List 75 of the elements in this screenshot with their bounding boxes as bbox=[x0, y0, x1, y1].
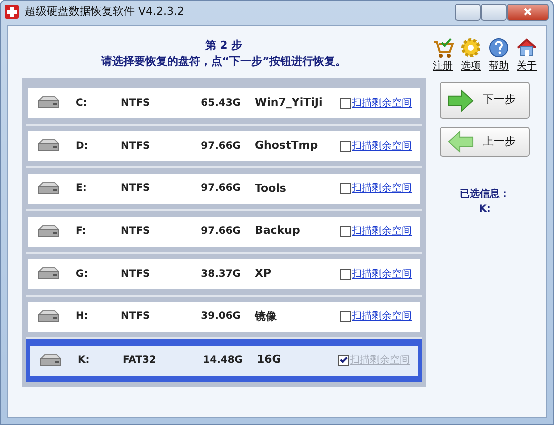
close-icon bbox=[524, 8, 532, 16]
drive-size: 38.37G bbox=[200, 268, 241, 282]
drive-size: 14.48G bbox=[202, 354, 243, 368]
drive-size: 97.66G bbox=[200, 140, 241, 154]
drive-row[interactable]: E: NTFS 97.66G Tools 扫描剩余空间 bbox=[28, 174, 420, 204]
step-title: 第 2 步 bbox=[205, 38, 243, 54]
drive-row[interactable]: D: NTFS 97.66G GhostTmp 扫描剩余空间 bbox=[28, 131, 420, 162]
file-system: FAT32 bbox=[123, 354, 158, 368]
drive-letter: E: bbox=[76, 182, 88, 196]
back-button[interactable]: 上一步 bbox=[440, 127, 530, 157]
volume-label: 16G bbox=[256, 352, 282, 368]
checkbox[interactable] bbox=[340, 311, 351, 322]
window-title: 超级硬盘数据恢复软件 V4.2.3.2 bbox=[25, 4, 185, 20]
scan-free-space-link[interactable]: 扫描剩余空间 bbox=[352, 309, 412, 324]
close-button[interactable] bbox=[507, 4, 549, 20]
drive-row[interactable]: G: NTFS 38.37G XP 扫描剩余空间 bbox=[28, 259, 420, 290]
selection-info-title: 已选信息： bbox=[460, 188, 510, 202]
app-icon bbox=[5, 5, 19, 19]
drive-letter: D: bbox=[76, 140, 90, 154]
hard-drive-icon bbox=[38, 139, 60, 154]
left-arrow-icon bbox=[447, 129, 475, 155]
hard-drive-icon bbox=[38, 96, 60, 110]
hard-drive-icon bbox=[38, 224, 60, 239]
drive-size: 39.06G bbox=[200, 310, 241, 324]
drive-letter: K: bbox=[78, 354, 91, 368]
scan-free-space-link[interactable]: 扫描剩余空间 bbox=[352, 138, 412, 154]
instruction-text: 请选择要恢复的盘符，点“下一步”按钮进行恢复。 bbox=[101, 54, 347, 70]
gear-link[interactable]: 选项 bbox=[460, 36, 482, 74]
checkbox[interactable] bbox=[340, 98, 351, 109]
file-system: NTFS bbox=[121, 96, 152, 111]
scan-free-space-link[interactable]: 扫描剩余空间 bbox=[352, 266, 412, 282]
drive-row[interactable]: H: NTFS 39.06G 镜像 扫描剩余空间 bbox=[28, 302, 420, 332]
hard-drive-icon bbox=[38, 267, 60, 282]
help-icon bbox=[488, 36, 510, 58]
hard-drive-icon bbox=[38, 310, 60, 324]
cart-icon bbox=[432, 36, 454, 58]
drive-row[interactable]: C: NTFS 65.43G Win7_YiTiJi 扫描剩余空间 bbox=[28, 88, 420, 118]
right-arrow-icon bbox=[447, 88, 475, 114]
checkbox[interactable] bbox=[340, 268, 351, 280]
minimize-button[interactable] bbox=[455, 4, 481, 20]
checkbox[interactable] bbox=[340, 183, 351, 194]
checkbox[interactable] bbox=[340, 226, 351, 238]
file-system: NTFS bbox=[121, 268, 152, 282]
gear-icon bbox=[460, 36, 482, 58]
scan-free-space-link[interactable]: 扫描剩余空间 bbox=[352, 224, 412, 240]
hard-drive-icon bbox=[40, 354, 62, 368]
maximize-button[interactable] bbox=[481, 4, 507, 20]
scan-free-space-link[interactable]: 扫描剩余空间 bbox=[352, 181, 412, 196]
volume-label: Backup bbox=[254, 223, 302, 240]
file-system: NTFS bbox=[121, 140, 152, 154]
file-system: NTFS bbox=[121, 310, 152, 324]
home-link[interactable]: 关于 bbox=[516, 36, 538, 74]
volume-label: Win7_YiTiJi bbox=[254, 95, 324, 112]
drive-size: 65.43G bbox=[200, 96, 241, 111]
volume-label: GhostTmp bbox=[254, 138, 320, 154]
volume-label: Tools bbox=[254, 180, 288, 197]
house-icon bbox=[516, 36, 538, 58]
drive-letter: F: bbox=[76, 225, 88, 240]
drive-letter: G: bbox=[76, 268, 90, 282]
volume-label: 镜像 bbox=[254, 308, 278, 325]
drive-row[interactable]: F: NTFS 97.66G Backup 扫描剩余空间 bbox=[28, 216, 420, 247]
file-system: NTFS bbox=[121, 225, 152, 240]
drive-letter: H: bbox=[76, 310, 90, 324]
help-link[interactable]: 帮助 bbox=[488, 36, 510, 74]
file-system: NTFS bbox=[121, 182, 152, 196]
drive-size: 97.66G bbox=[200, 225, 241, 240]
volume-label: XP bbox=[254, 266, 273, 282]
cart-link[interactable]: 注册 bbox=[432, 36, 454, 74]
drive-letter: C: bbox=[76, 96, 88, 111]
drive-size: 97.66G bbox=[200, 182, 241, 196]
next-button[interactable]: 下一步 bbox=[440, 82, 530, 119]
selection-info-value: K: bbox=[478, 203, 492, 217]
scan-free-space-link[interactable]: 扫描剩余空间 bbox=[352, 96, 412, 111]
hard-drive-icon bbox=[38, 182, 60, 196]
checkbox[interactable] bbox=[340, 140, 351, 152]
